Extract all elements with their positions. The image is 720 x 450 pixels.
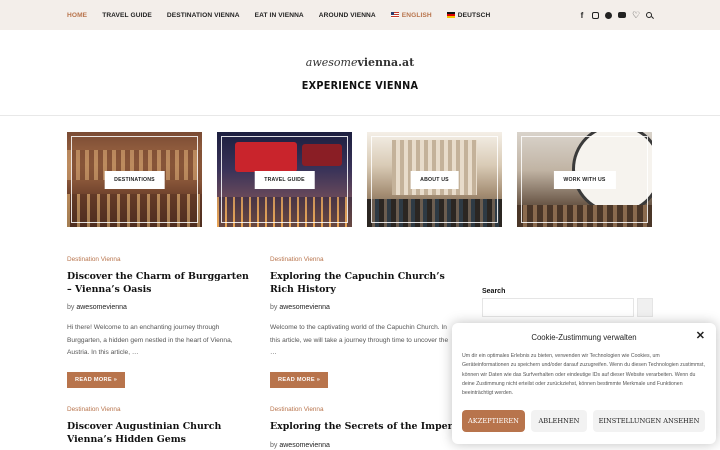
tile-label: DESTINATIONS (104, 170, 165, 189)
logo-bold-text: vienna.at (357, 56, 415, 69)
byline-prefix: by (67, 304, 75, 311)
post-byline: by awesomevienna (270, 442, 460, 449)
nav-around-vienna[interactable]: AROUND VIENNA (319, 12, 376, 19)
post-byline: by awesomevienna (270, 304, 455, 311)
close-icon[interactable]: ✕ (696, 331, 705, 342)
post-excerpt: Hi there! Welcome to an enchanting journ… (67, 324, 233, 356)
header-divider (0, 115, 720, 116)
post-byline: by awesomevienna (67, 304, 252, 311)
accept-button[interactable]: AKZEPTIEREN (462, 410, 525, 432)
pinterest-icon[interactable] (605, 11, 612, 19)
us-flag-icon (390, 12, 399, 18)
nav-travel-guide[interactable]: TRAVEL GUIDE (102, 12, 152, 19)
post-card: Destination Vienna Discover the Charm of… (67, 256, 252, 388)
post-author[interactable]: awesomevienna (76, 304, 127, 311)
post-category[interactable]: Destination Vienna (67, 256, 252, 263)
top-navigation-bar: HOME TRAVEL GUIDE DESTINATION VIENNA EAT… (0, 0, 720, 30)
sidebar-search-button[interactable] (637, 298, 653, 317)
post-title[interactable]: Discover Augustinian Church Vienna’s Hid… (67, 421, 252, 446)
post-card: Destination Vienna Exploring the Capuchi… (270, 256, 455, 388)
byline-prefix: by (270, 441, 278, 449)
instagram-icon[interactable] (592, 11, 599, 19)
post-card: Destination Vienna Discover Augustinian … (67, 406, 252, 446)
nav-home[interactable]: HOME (67, 12, 87, 19)
tile-work-with-us[interactable]: WORK WITH US (517, 132, 652, 227)
post-author[interactable]: awesomevienna (279, 304, 330, 311)
main-menu: HOME TRAVEL GUIDE DESTINATION VIENNA EAT… (67, 0, 505, 30)
post-title[interactable]: Exploring the Secrets of the Imperial Cr… (270, 421, 460, 434)
post-title[interactable]: Exploring the Capuchin Church’s Rich His… (270, 271, 455, 296)
post-category[interactable]: Destination Vienna (67, 406, 252, 413)
site-logo[interactable]: awesomevienna.at (0, 56, 720, 69)
logo-light-text: awesome (305, 56, 358, 69)
deny-button[interactable]: ABLEHNEN (531, 410, 587, 432)
social-icons: f ♡ (578, 0, 652, 30)
post-excerpt: Welcome to the captivating world of the … (270, 324, 449, 356)
german-flag-icon (446, 12, 455, 18)
sidebar-search-title: Search (482, 288, 506, 295)
tile-travel-guide[interactable]: TRAVEL GUIDE (217, 132, 352, 227)
search-icon[interactable] (646, 12, 652, 18)
post-author[interactable]: awesomevienna (279, 442, 330, 449)
nav-destination-vienna[interactable]: DESTINATION VIENNA (167, 12, 240, 19)
language-english[interactable]: ENGLISH (390, 11, 432, 19)
byline-prefix: by (270, 304, 278, 311)
cookie-consent-dialog: Cookie-Zustimmung verwalten ✕ Um dir ein… (452, 323, 716, 444)
tile-label: TRAVEL GUIDE (254, 170, 315, 189)
nav-eat-in-vienna[interactable]: EAT IN VIENNA (255, 12, 304, 19)
cookie-dialog-text: Um dir ein optimales Erlebnis zu bieten,… (462, 353, 705, 397)
post-card: Destination Vienna Exploring the Secrets… (270, 406, 460, 449)
language-deutsch[interactable]: DEUTSCH (446, 11, 491, 19)
sidebar-search-input[interactable] (482, 298, 634, 317)
tile-about-us[interactable]: ABOUT US (367, 132, 502, 227)
tile-label: WORK WITH US (553, 170, 616, 189)
language-deutsch-label: DEUTSCH (457, 11, 491, 19)
read-more-button[interactable]: READ MORE » (270, 371, 329, 388)
view-settings-button[interactable]: EINSTELLUNGEN ANSEHEN (593, 410, 705, 432)
heart-icon[interactable]: ♡ (632, 10, 640, 20)
tile-destinations[interactable]: DESTINATIONS (67, 132, 202, 227)
language-english-label: ENGLISH (401, 11, 432, 19)
facebook-icon[interactable]: f (578, 11, 586, 20)
cookie-dialog-title: Cookie-Zustimmung verwalten (531, 333, 637, 342)
read-more-button[interactable]: READ MORE » (67, 371, 126, 388)
youtube-icon[interactable] (618, 12, 626, 18)
tile-label: ABOUT US (410, 170, 459, 189)
post-title[interactable]: Discover the Charm of Burggarten – Vienn… (67, 271, 252, 296)
post-category[interactable]: Destination Vienna (270, 406, 460, 413)
site-tagline: EXPERIENCE VIENNA (301, 79, 419, 92)
post-category[interactable]: Destination Vienna (270, 256, 455, 263)
